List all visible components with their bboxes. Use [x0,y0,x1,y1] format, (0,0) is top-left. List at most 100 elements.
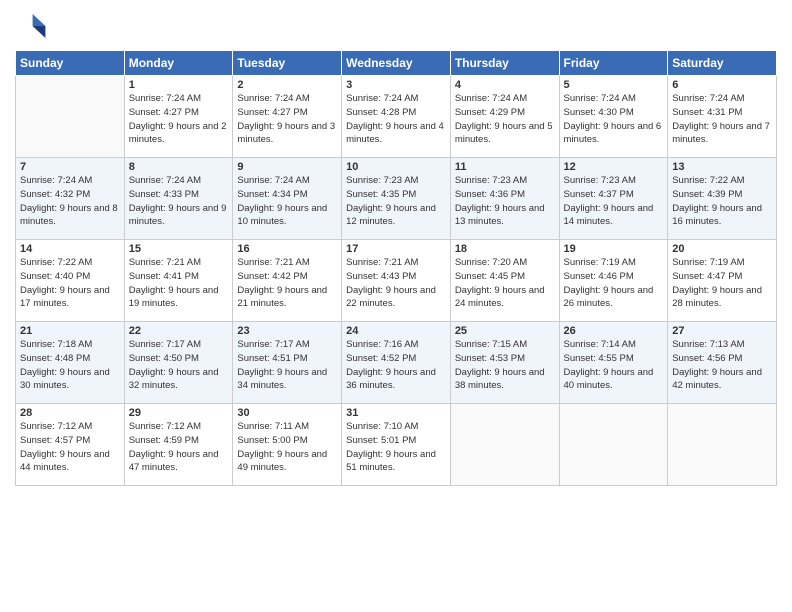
calendar-cell: 9 Sunrise: 7:24 AM Sunset: 4:34 PM Dayli… [233,158,342,240]
day-number: 26 [564,325,664,337]
day-info: Sunrise: 7:20 AM Sunset: 4:45 PM Dayligh… [455,256,555,311]
daylight-text: Daylight: 9 hours and 17 minutes. [20,284,120,312]
calendar-cell [559,404,668,486]
daylight-text: Daylight: 9 hours and 30 minutes. [20,366,120,394]
daylight-text: Daylight: 9 hours and 9 minutes. [129,202,229,230]
sunset-text: Sunset: 4:37 PM [564,188,664,202]
weekday-header-tuesday: Tuesday [233,51,342,76]
day-number: 3 [346,79,446,91]
sunset-text: Sunset: 4:46 PM [564,270,664,284]
calendar-week-row: 28 Sunrise: 7:12 AM Sunset: 4:57 PM Dayl… [16,404,777,486]
weekday-header-saturday: Saturday [668,51,777,76]
sunset-text: Sunset: 4:50 PM [129,352,229,366]
sunset-text: Sunset: 4:33 PM [129,188,229,202]
day-info: Sunrise: 7:24 AM Sunset: 4:31 PM Dayligh… [672,92,772,147]
daylight-text: Daylight: 9 hours and 42 minutes. [672,366,772,394]
day-number: 22 [129,325,229,337]
calendar-cell: 31 Sunrise: 7:10 AM Sunset: 5:01 PM Dayl… [342,404,451,486]
sunrise-text: Sunrise: 7:10 AM [346,420,446,434]
calendar-cell: 17 Sunrise: 7:21 AM Sunset: 4:43 PM Dayl… [342,240,451,322]
sunset-text: Sunset: 4:29 PM [455,106,555,120]
daylight-text: Daylight: 9 hours and 36 minutes. [346,366,446,394]
day-number: 23 [237,325,337,337]
calendar-cell: 27 Sunrise: 7:13 AM Sunset: 4:56 PM Dayl… [668,322,777,404]
day-info: Sunrise: 7:12 AM Sunset: 4:57 PM Dayligh… [20,420,120,475]
daylight-text: Daylight: 9 hours and 5 minutes. [455,120,555,148]
daylight-text: Daylight: 9 hours and 16 minutes. [672,202,772,230]
sunrise-text: Sunrise: 7:21 AM [346,256,446,270]
sunset-text: Sunset: 4:35 PM [346,188,446,202]
calendar-cell: 8 Sunrise: 7:24 AM Sunset: 4:33 PM Dayli… [124,158,233,240]
calendar-cell: 6 Sunrise: 7:24 AM Sunset: 4:31 PM Dayli… [668,76,777,158]
sunset-text: Sunset: 4:52 PM [346,352,446,366]
sunrise-text: Sunrise: 7:17 AM [129,338,229,352]
daylight-text: Daylight: 9 hours and 26 minutes. [564,284,664,312]
sunset-text: Sunset: 4:40 PM [20,270,120,284]
sunrise-text: Sunrise: 7:23 AM [346,174,446,188]
daylight-text: Daylight: 9 hours and 32 minutes. [129,366,229,394]
day-info: Sunrise: 7:23 AM Sunset: 4:36 PM Dayligh… [455,174,555,229]
sunset-text: Sunset: 4:31 PM [672,106,772,120]
calendar-cell: 14 Sunrise: 7:22 AM Sunset: 4:40 PM Dayl… [16,240,125,322]
calendar-cell: 1 Sunrise: 7:24 AM Sunset: 4:27 PM Dayli… [124,76,233,158]
calendar-week-row: 21 Sunrise: 7:18 AM Sunset: 4:48 PM Dayl… [16,322,777,404]
sunset-text: Sunset: 4:59 PM [129,434,229,448]
calendar-cell [450,404,559,486]
calendar-cell: 19 Sunrise: 7:19 AM Sunset: 4:46 PM Dayl… [559,240,668,322]
calendar-table: SundayMondayTuesdayWednesdayThursdayFrid… [15,50,777,486]
day-info: Sunrise: 7:23 AM Sunset: 4:37 PM Dayligh… [564,174,664,229]
day-info: Sunrise: 7:22 AM Sunset: 4:40 PM Dayligh… [20,256,120,311]
daylight-text: Daylight: 9 hours and 44 minutes. [20,448,120,476]
sunset-text: Sunset: 4:55 PM [564,352,664,366]
sunset-text: Sunset: 4:48 PM [20,352,120,366]
calendar-cell: 23 Sunrise: 7:17 AM Sunset: 4:51 PM Dayl… [233,322,342,404]
sunrise-text: Sunrise: 7:23 AM [564,174,664,188]
day-info: Sunrise: 7:24 AM Sunset: 4:33 PM Dayligh… [129,174,229,229]
calendar-cell: 18 Sunrise: 7:20 AM Sunset: 4:45 PM Dayl… [450,240,559,322]
day-number: 5 [564,79,664,91]
sunset-text: Sunset: 4:53 PM [455,352,555,366]
sunrise-text: Sunrise: 7:24 AM [20,174,120,188]
sunset-text: Sunset: 4:39 PM [672,188,772,202]
calendar-cell: 22 Sunrise: 7:17 AM Sunset: 4:50 PM Dayl… [124,322,233,404]
day-info: Sunrise: 7:13 AM Sunset: 4:56 PM Dayligh… [672,338,772,393]
daylight-text: Daylight: 9 hours and 7 minutes. [672,120,772,148]
day-info: Sunrise: 7:24 AM Sunset: 4:27 PM Dayligh… [237,92,337,147]
sunrise-text: Sunrise: 7:12 AM [20,420,120,434]
weekday-header-monday: Monday [124,51,233,76]
sunrise-text: Sunrise: 7:14 AM [564,338,664,352]
calendar-cell [16,76,125,158]
daylight-text: Daylight: 9 hours and 21 minutes. [237,284,337,312]
calendar-cell: 15 Sunrise: 7:21 AM Sunset: 4:41 PM Dayl… [124,240,233,322]
sunrise-text: Sunrise: 7:17 AM [237,338,337,352]
weekday-header-sunday: Sunday [16,51,125,76]
day-info: Sunrise: 7:24 AM Sunset: 4:34 PM Dayligh… [237,174,337,229]
day-info: Sunrise: 7:21 AM Sunset: 4:42 PM Dayligh… [237,256,337,311]
day-number: 12 [564,161,664,173]
sunset-text: Sunset: 4:51 PM [237,352,337,366]
day-number: 29 [129,407,229,419]
day-info: Sunrise: 7:21 AM Sunset: 4:43 PM Dayligh… [346,256,446,311]
day-info: Sunrise: 7:21 AM Sunset: 4:41 PM Dayligh… [129,256,229,311]
day-info: Sunrise: 7:19 AM Sunset: 4:46 PM Dayligh… [564,256,664,311]
day-number: 24 [346,325,446,337]
sunset-text: Sunset: 5:00 PM [237,434,337,448]
sunrise-text: Sunrise: 7:24 AM [129,174,229,188]
day-info: Sunrise: 7:24 AM Sunset: 4:28 PM Dayligh… [346,92,446,147]
day-info: Sunrise: 7:19 AM Sunset: 4:47 PM Dayligh… [672,256,772,311]
sunset-text: Sunset: 4:27 PM [237,106,337,120]
daylight-text: Daylight: 9 hours and 10 minutes. [237,202,337,230]
day-info: Sunrise: 7:14 AM Sunset: 4:55 PM Dayligh… [564,338,664,393]
daylight-text: Daylight: 9 hours and 8 minutes. [20,202,120,230]
calendar-cell: 11 Sunrise: 7:23 AM Sunset: 4:36 PM Dayl… [450,158,559,240]
sunset-text: Sunset: 4:45 PM [455,270,555,284]
daylight-text: Daylight: 9 hours and 28 minutes. [672,284,772,312]
day-info: Sunrise: 7:24 AM Sunset: 4:27 PM Dayligh… [129,92,229,147]
sunrise-text: Sunrise: 7:22 AM [20,256,120,270]
day-number: 21 [20,325,120,337]
day-number: 30 [237,407,337,419]
calendar-cell: 28 Sunrise: 7:12 AM Sunset: 4:57 PM Dayl… [16,404,125,486]
sunrise-text: Sunrise: 7:21 AM [237,256,337,270]
daylight-text: Daylight: 9 hours and 19 minutes. [129,284,229,312]
daylight-text: Daylight: 9 hours and 14 minutes. [564,202,664,230]
